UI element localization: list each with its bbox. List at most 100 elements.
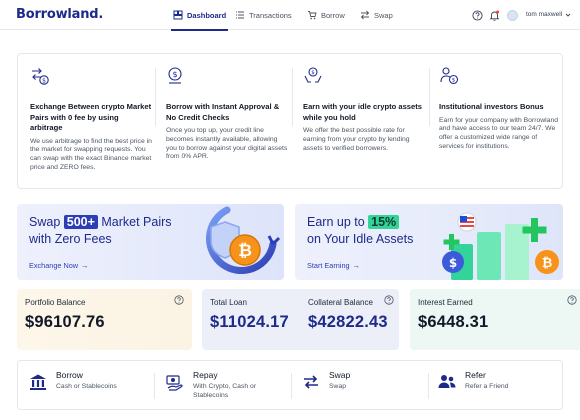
earn-banner[interactable]: Earn up to 15% on Your Idle Assets Start… — [295, 204, 563, 280]
action-sub: Refer a Friend — [465, 383, 509, 390]
action-borrow[interactable]: Borrow Cash or Stablecoins — [28, 370, 148, 402]
top-nav: Borrowland. Dashboard Transactions Borro… — [0, 0, 580, 31]
action-sub: With Crypto, Cash or Stablecoins — [193, 383, 257, 399]
action-title: Swap — [329, 370, 351, 380]
hands-coin-icon: $ — [304, 67, 322, 83]
active-tab-indicator — [171, 29, 229, 31]
feature-title: Exchange Between crypto Market Pairs wit… — [30, 102, 152, 132]
dashboard-icon — [173, 10, 183, 20]
nav-item-borrow[interactable]: Borrow — [307, 0, 345, 30]
info-icon[interactable] — [567, 295, 577, 305]
stat-loan-collateral: Total Loan $11024.17 Collateral Balance … — [202, 289, 399, 350]
avatar[interactable] — [507, 10, 518, 21]
swap-arrows-icon — [360, 10, 370, 20]
feature-institutional: $ Institutional investors Bonus Earn for… — [439, 66, 561, 152]
action-divider — [291, 373, 292, 399]
feature-title: Earn with your idle crypto assets while … — [303, 102, 423, 122]
stat-label: Collateral Balance — [308, 298, 373, 307]
feature-divider — [155, 68, 156, 126]
swap-banner-pre: Swap — [29, 215, 64, 229]
stat-interest-earned: Interest Earned $6448.31 — [410, 289, 580, 350]
refer-icon — [438, 375, 456, 388]
dollar-coin-icon: $ — [168, 67, 182, 84]
feature-title: Institutional investors Bonus — [439, 102, 544, 111]
earn-banner-pre: Earn up to — [307, 215, 369, 229]
swap-icon — [304, 375, 318, 389]
exchange-now-link[interactable]: Exchange Now → — [29, 261, 88, 270]
logo[interactable]: Borrowland. — [16, 7, 103, 22]
stat-label: Portfolio Balance — [25, 298, 86, 307]
stat-value: $42822.43 — [308, 313, 388, 331]
stat-value: $6448.31 — [418, 313, 489, 331]
help-icon[interactable] — [472, 10, 483, 21]
action-title: Refer — [465, 370, 486, 380]
quick-actions-card: Borrow Cash or Stablecoins Repay With Cr… — [17, 360, 563, 410]
stat-portfolio-balance: Portfolio Balance $96107.76 — [17, 289, 192, 350]
nav-label-swap: Swap — [374, 10, 393, 20]
cart-icon — [308, 11, 317, 20]
svg-text:₿: ₿ — [238, 241, 252, 261]
feature-divider — [429, 68, 430, 126]
chevron-down-icon[interactable] — [565, 12, 571, 18]
swap-banner[interactable]: Swap 500+ Market Pairs with Zero Fees Ex… — [17, 204, 284, 280]
action-repay[interactable]: Repay With Crypto, Cash or Stablecoins — [165, 370, 285, 404]
stat-label: Total Loan — [210, 298, 247, 307]
feature-earn: $ Earn with your idle crypto assets whil… — [303, 66, 425, 153]
swap-banner-line2: with Zero Fees — [29, 232, 112, 246]
arrow-right-icon: → — [81, 261, 89, 270]
feature-desc: Earn for your company with Borrowland an… — [439, 116, 558, 150]
action-sub: Cash or Stablecoins — [56, 383, 117, 390]
username[interactable]: tom maxwell — [526, 11, 562, 18]
action-sub: Swap — [329, 383, 347, 390]
bell-icon[interactable] — [489, 10, 500, 21]
exchange-dollar-icon: $ — [32, 68, 49, 85]
features-card: $ Exchange Between crypto Market Pairs w… — [17, 53, 563, 189]
nav-label-borrow: Borrow — [321, 10, 345, 20]
nav-label-dashboard: Dashboard — [187, 10, 227, 20]
swap-banner-badge: 500+ — [63, 215, 98, 229]
stat-value: $96107.76 — [25, 313, 105, 331]
crypto-growth-illustration: $ ₿ — [442, 212, 559, 280]
action-swap[interactable]: Swap Swap — [301, 370, 411, 402]
feature-title: Borrow with Instant Approval & No Credit… — [166, 102, 280, 122]
svg-text:$: $ — [452, 78, 456, 84]
nav-item-transactions[interactable]: Transactions — [235, 0, 292, 30]
bitcoin-shield-illustration: ₿ — [206, 206, 281, 274]
start-earning-link[interactable]: Start Earning → — [307, 261, 360, 270]
stat-value: $11024.17 — [210, 313, 289, 331]
repay-icon — [166, 375, 183, 391]
exchange-now-label: Exchange Now — [29, 261, 79, 270]
swap-banner-title: Swap 500+ Market Pairs with Zero Fees — [29, 214, 172, 248]
feature-borrow: $ Borrow with Instant Approval & No Cred… — [166, 66, 288, 162]
nav-item-dashboard[interactable]: Dashboard — [171, 0, 229, 31]
start-earning-label: Start Earning — [307, 261, 350, 270]
earn-banner-title: Earn up to 15% on Your Idle Assets — [307, 214, 413, 248]
svg-text:$: $ — [449, 256, 457, 270]
feature-desc: We use arbitrage to find the best price … — [30, 137, 152, 171]
arrow-right-icon: → — [352, 261, 360, 270]
svg-text:₿: ₿ — [542, 256, 553, 271]
action-refer[interactable]: Refer Refer a Friend — [437, 370, 547, 402]
action-divider — [154, 373, 155, 399]
feature-desc: Once you top up, your credit line become… — [166, 127, 288, 161]
feature-exchange: $ Exchange Between crypto Market Pairs w… — [30, 66, 152, 173]
bank-icon — [30, 374, 46, 390]
earn-banner-badge: 15% — [368, 215, 400, 229]
nav-label-transactions: Transactions — [249, 10, 292, 20]
action-divider — [428, 373, 429, 399]
investor-icon: $ — [440, 67, 459, 85]
action-title: Repay — [193, 370, 218, 380]
feature-desc: We offer the best possible rate for earn… — [303, 127, 410, 152]
info-icon[interactable] — [384, 295, 394, 305]
stat-label: Interest Earned — [418, 298, 473, 307]
action-title: Borrow — [56, 370, 83, 380]
list-icon — [236, 11, 244, 19]
nav-item-swap[interactable]: Swap — [360, 0, 393, 30]
svg-text:$: $ — [172, 70, 177, 79]
svg-text:$: $ — [42, 77, 46, 84]
feature-divider — [292, 68, 293, 126]
info-icon[interactable] — [174, 295, 184, 305]
svg-text:$: $ — [311, 70, 315, 76]
earn-banner-line2: on Your Idle Assets — [307, 232, 414, 246]
swap-banner-post: Market Pairs — [97, 215, 172, 229]
